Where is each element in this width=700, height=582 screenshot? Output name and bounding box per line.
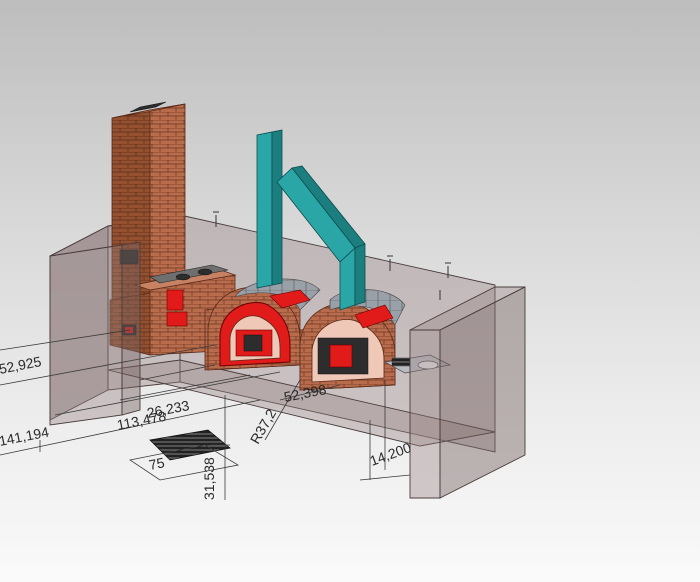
dimension-label: R37,2 <box>247 406 280 447</box>
flue-pipe-vertical <box>256 129 283 289</box>
dimension-label: 75 <box>148 454 167 473</box>
floor-grate <box>128 429 240 481</box>
dimension-label: 52,925 <box>0 353 43 377</box>
front-left-glass-wall <box>49 241 141 426</box>
cad-model-drawing: 52,925 26,233 113,478 141,194 75 31,538 … <box>0 101 526 500</box>
dimension-label: 14,200 <box>368 439 414 469</box>
cad-viewport[interactable]: 52,925 26,233 113,478 141,194 75 31,538 … <box>0 0 700 582</box>
dimension-label: 31,538 <box>201 457 217 500</box>
dimension-label: 141,194 <box>0 424 50 449</box>
